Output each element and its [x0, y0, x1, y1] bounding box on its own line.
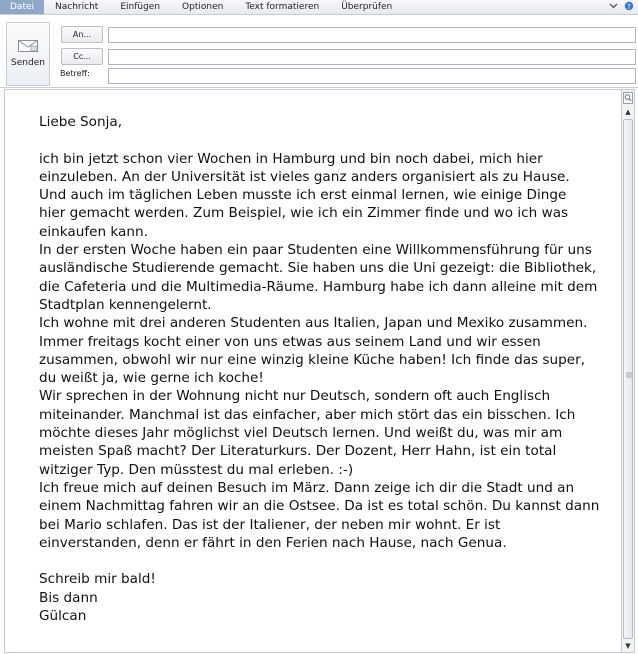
- letter-line: meisten Spaß macht? Der Literaturkurs. D…: [39, 443, 557, 460]
- letter-line: Ich wohne mit drei anderen Studenten aus…: [39, 315, 588, 332]
- cc-button[interactable]: Cc...: [61, 48, 103, 65]
- send-button[interactable]: Senden: [6, 22, 50, 86]
- letter-text: Liebe Sonja, ich bin jetzt schon vier Wo…: [39, 113, 599, 625]
- message-body[interactable]: Liebe Sonja, ich bin jetzt schon vier Wo…: [4, 89, 623, 653]
- grip-icon: [626, 372, 632, 378]
- closing-line: Bis dann: [39, 589, 98, 606]
- envelope-icon: [18, 40, 38, 52]
- menu-bar: Datei Nachricht Einfügen Optionen Text f…: [0, 0, 638, 15]
- tab-nachricht[interactable]: Nachricht: [44, 0, 109, 14]
- letter-line: einkaufen kann.: [39, 223, 148, 240]
- letter-line: In der ersten Woche haben ein paar Stude…: [39, 242, 592, 259]
- letter-line: du weißt ja, wie gerne ich koche!: [39, 370, 264, 387]
- subject-label: Betreff:: [60, 69, 90, 78]
- closing-line: Gülcan: [39, 608, 87, 625]
- letter-line: witziger Typ. Den müsstest du mal erlebe…: [39, 461, 354, 478]
- cc-field[interactable]: [108, 49, 636, 65]
- letter-line: Wir sprechen in der Wohnung nicht nur De…: [39, 388, 551, 405]
- letter-line: Stadtplan kennengelernt.: [39, 296, 212, 313]
- to-button[interactable]: An...: [61, 26, 103, 43]
- letter-line: hier gemacht werden. Zum Beispiel, wie i…: [39, 205, 569, 222]
- menu-right-controls: ?: [609, 0, 634, 14]
- scroll-up-arrow-icon[interactable]: ▲: [622, 107, 634, 118]
- zoom-icon[interactable]: [623, 92, 633, 104]
- letter-line: ausländische Studierende gemacht. Sie ha…: [39, 260, 597, 277]
- tab-optionen[interactable]: Optionen: [171, 0, 234, 14]
- letter-line: Immer freitags kocht einer von uns etwas…: [39, 333, 541, 350]
- message-header: Senden An... Cc... Betreff:: [0, 15, 638, 88]
- letter-line: zusammen, obwohl wir nur eine winzig kle…: [39, 351, 586, 368]
- letter-paragraphs: ich bin jetzt schon vier Wochen in Hambu…: [39, 150, 599, 553]
- letter-line: möchte dieses Jahr möglichst viel Deutsc…: [39, 425, 563, 442]
- tab-ueberpruefen[interactable]: Überprüfen: [330, 0, 403, 14]
- scroll-down-arrow-icon[interactable]: ▼: [622, 641, 634, 652]
- tab-einfuegen[interactable]: Einfügen: [109, 0, 171, 14]
- letter-greeting: Liebe Sonja,: [39, 114, 123, 130]
- letter-line: einverstanden, denn er fährt in den Feri…: [39, 534, 507, 551]
- letter-line: Und auch im täglichen Leben musste ich e…: [39, 187, 567, 204]
- send-label: Senden: [11, 58, 45, 68]
- svg-text:?: ?: [627, 2, 631, 10]
- letter-line: Ich freue mich auf deinen Besuch im März…: [39, 479, 575, 496]
- chevron-down-icon[interactable]: [609, 1, 618, 13]
- letter-line: ich bin jetzt schon vier Wochen in Hambu…: [39, 150, 543, 167]
- closing-line: Schreib mir bald!: [39, 571, 156, 588]
- letter-line: einem Nachmittag fahren wir an die Ostse…: [39, 498, 600, 515]
- tab-datei[interactable]: Datei: [0, 0, 45, 14]
- to-field[interactable]: [108, 27, 636, 43]
- letter-line: bei Mario schlafen. Das ist der Italiene…: [39, 516, 501, 533]
- letter-line: einzuleben. An der Universität ist viele…: [39, 168, 570, 185]
- letter-closing: Schreib mir bald! Bis dann Gülcan: [39, 570, 599, 625]
- letter-line: miteinander. Manchmal ist das einfacher,…: [39, 406, 576, 423]
- help-icon[interactable]: ?: [624, 1, 634, 14]
- subject-field[interactable]: [108, 68, 636, 84]
- vertical-scrollbar[interactable]: ▲ ▼: [621, 89, 635, 653]
- letter-line: die Cafeteria und die Multimedia-Räume. …: [39, 278, 598, 295]
- scroll-thumb[interactable]: [623, 119, 633, 639]
- tab-text-formatieren[interactable]: Text formatieren: [234, 0, 330, 14]
